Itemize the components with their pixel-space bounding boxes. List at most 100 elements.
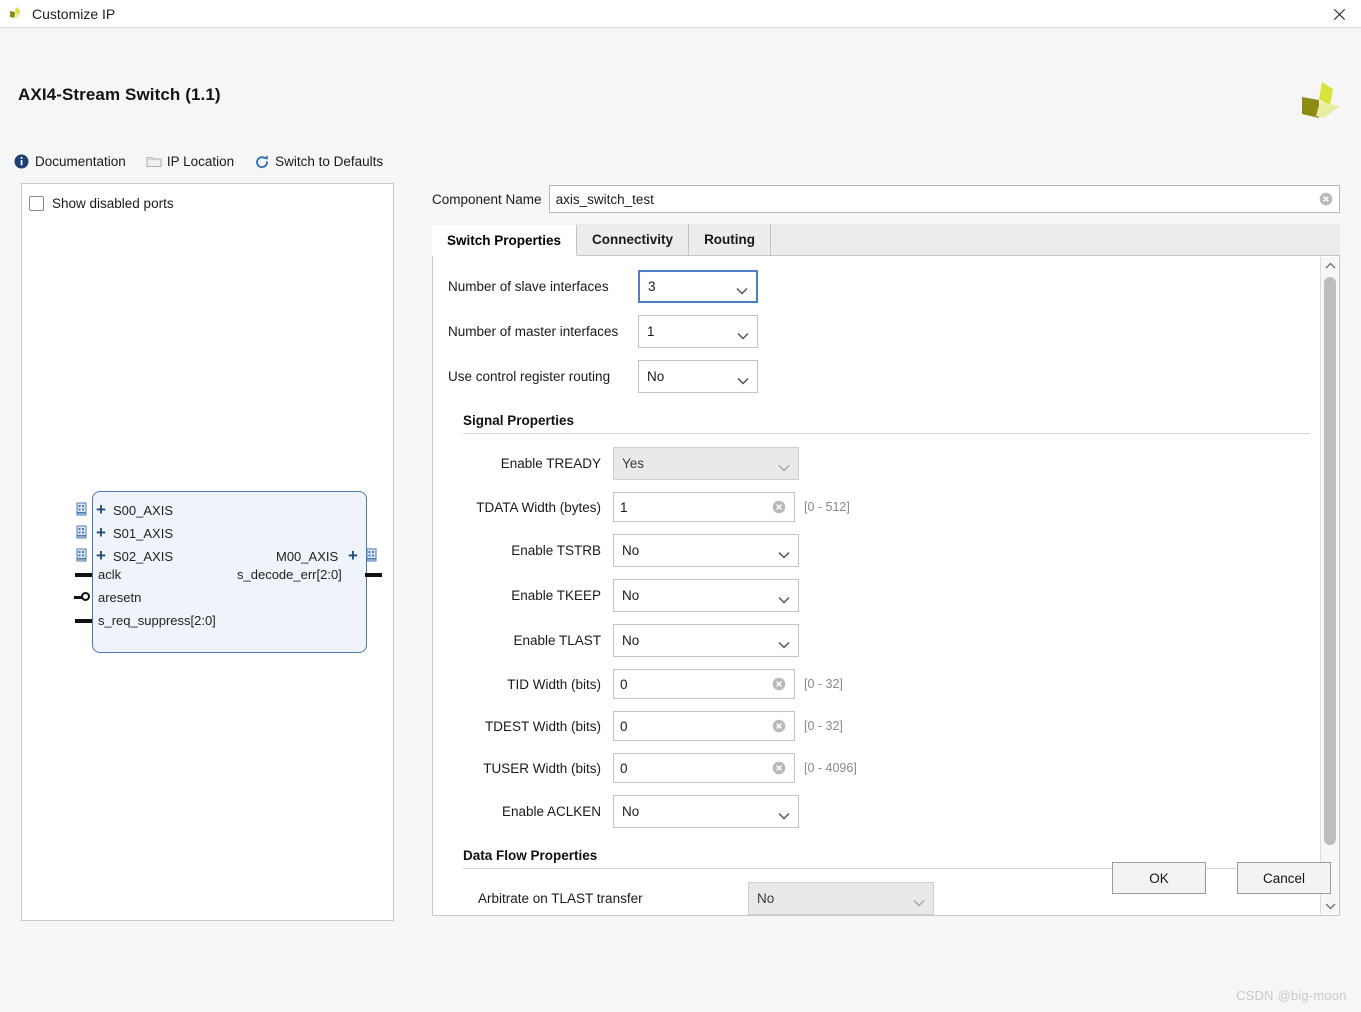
ip-location-link[interactable]: IP Location xyxy=(146,154,234,169)
field-row-enable-tkeep: Enable TKEEP No xyxy=(448,579,1320,612)
bus-connector-icon xyxy=(364,548,378,563)
use-control-register-routing-select[interactable]: No xyxy=(638,360,758,393)
bus-connector-icon xyxy=(76,525,90,540)
enable-aclken-select[interactable]: No xyxy=(613,795,799,828)
pin-connector-icon xyxy=(75,573,92,577)
tab-switch-properties[interactable]: Switch Properties xyxy=(432,225,578,256)
tab-connectivity[interactable]: Connectivity xyxy=(577,224,690,255)
tuser-width-label: TUSER Width (bits) xyxy=(483,760,601,776)
tdata-width-range: [0 - 512] xyxy=(804,500,850,514)
active-low-pin-icon xyxy=(81,592,90,601)
folder-icon xyxy=(146,154,162,169)
select-value: No xyxy=(622,633,640,648)
arbitrate-on-tlast-label: Arbitrate on TLAST transfer xyxy=(478,891,643,906)
pin-connector-icon xyxy=(75,619,92,623)
tuser-width-input[interactable]: 0 xyxy=(613,753,795,783)
data-flow-properties-heading: Data Flow Properties xyxy=(463,848,598,863)
select-value: 3 xyxy=(648,279,656,294)
interface-label: S00_AXIS xyxy=(113,503,173,518)
use-control-register-routing-label: Use control register routing xyxy=(448,369,611,384)
chevron-down-icon xyxy=(778,808,790,820)
enable-tkeep-select[interactable]: No xyxy=(613,579,799,612)
expand-interface-icon[interactable]: + xyxy=(96,501,106,518)
number-of-slave-interfaces-select[interactable]: 3 xyxy=(638,270,758,303)
switch-to-defaults-link[interactable]: Switch to Defaults xyxy=(254,154,383,169)
enable-tkeep-label: Enable TKEEP xyxy=(511,588,601,603)
bus-connector-icon xyxy=(76,548,90,563)
component-name-input[interactable] xyxy=(549,186,1339,212)
select-value: No xyxy=(622,543,640,558)
select-value: Yes xyxy=(622,456,645,471)
xilinx-logo-icon xyxy=(8,6,24,22)
field-row-enable-tstrb: Enable TSTRB No xyxy=(448,534,1320,567)
tdest-width-input[interactable]: 0 xyxy=(613,711,795,741)
switch-properties-pane: Number of slave interfaces 3 Number of m… xyxy=(432,256,1340,916)
pin-label: s_req_suppress[2:0] xyxy=(98,613,216,628)
page-title: AXI4-Stream Switch (1.1) xyxy=(18,85,221,104)
documentation-label: Documentation xyxy=(35,154,126,169)
xilinx-logo-large-icon xyxy=(1299,80,1343,122)
chevron-down-icon xyxy=(778,592,790,604)
clear-icon[interactable] xyxy=(772,677,786,691)
enable-tlast-select[interactable]: No xyxy=(613,624,799,657)
tdata-width-input[interactable]: 1 xyxy=(613,492,795,522)
input-value: 1 xyxy=(620,499,628,515)
component-name-label: Component Name xyxy=(432,191,542,207)
refresh-icon xyxy=(254,154,269,169)
scroll-down-icon[interactable] xyxy=(1321,897,1339,914)
diagram-panel: Show disabled ports + S00_AXIS + S01_AXI… xyxy=(21,183,394,921)
window-titlebar: Customize IP xyxy=(0,0,1361,28)
component-name-field[interactable] xyxy=(548,185,1340,213)
field-row-tdata-width: TDATA Width (bytes) 1 [0 - 512] xyxy=(448,492,1320,522)
expand-interface-icon[interactable]: + xyxy=(348,547,358,564)
scroll-up-icon[interactable] xyxy=(1321,257,1339,274)
show-disabled-ports-checkbox[interactable]: Show disabled ports xyxy=(29,196,174,211)
chevron-down-icon xyxy=(913,895,925,907)
component-name-row: Component Name xyxy=(432,185,1340,213)
interface-label: M00_AXIS xyxy=(276,549,339,564)
tid-width-label: TID Width (bits) xyxy=(507,676,601,692)
switch-properties-content: Number of slave interfaces 3 Number of m… xyxy=(433,256,1320,915)
tdata-width-label: TDATA Width (bytes) xyxy=(476,499,601,515)
input-value: 0 xyxy=(620,676,628,692)
field-row-tuser-width: TUSER Width (bits) 0 [0 - 4096] xyxy=(448,753,1320,783)
expand-interface-icon[interactable]: + xyxy=(96,547,106,564)
clear-icon[interactable] xyxy=(772,500,786,514)
tab-bar: Switch Properties Connectivity Routing xyxy=(432,224,1340,256)
chevron-down-icon xyxy=(737,328,749,340)
arbitrate-on-tlast-select[interactable]: No xyxy=(748,882,934,915)
ip-location-label: IP Location xyxy=(166,154,235,169)
enable-tstrb-select[interactable]: No xyxy=(613,534,799,567)
field-row-tdest-width: TDEST Width (bits) 0 [0 - 32] xyxy=(448,711,1320,741)
number-of-master-interfaces-select[interactable]: 1 xyxy=(638,315,758,348)
tdest-width-range: [0 - 32] xyxy=(804,719,843,733)
tid-width-input[interactable]: 0 xyxy=(613,669,795,699)
scrollbar-thumb[interactable] xyxy=(1324,277,1336,845)
tab-strip-filler xyxy=(771,224,1340,255)
enable-tstrb-label: Enable TSTRB xyxy=(511,543,601,558)
bus-connector-icon xyxy=(76,502,90,517)
field-row-master-interfaces: Number of master interfaces 1 xyxy=(448,315,1320,348)
tab-routing[interactable]: Routing xyxy=(689,224,772,255)
clear-icon[interactable] xyxy=(1319,192,1333,206)
ok-button[interactable]: OK xyxy=(1112,862,1206,894)
clear-icon[interactable] xyxy=(772,761,786,775)
close-icon[interactable] xyxy=(1325,3,1353,25)
pin-label: aclk xyxy=(98,567,122,582)
enable-tready-select[interactable]: Yes xyxy=(613,447,799,480)
expand-interface-icon[interactable]: + xyxy=(96,524,106,541)
config-panel: Component Name Switch Properties Connect… xyxy=(432,185,1340,920)
number-of-master-interfaces-label: Number of master interfaces xyxy=(448,324,619,339)
enable-aclken-label: Enable ACLKEN xyxy=(501,804,601,819)
clear-icon[interactable] xyxy=(772,719,786,733)
select-value: No xyxy=(757,891,775,906)
window-title: Customize IP xyxy=(32,5,116,22)
info-icon xyxy=(14,154,29,169)
enable-tlast-label: Enable TLAST xyxy=(513,633,601,648)
vertical-scrollbar[interactable] xyxy=(1320,257,1338,914)
documentation-link[interactable]: Documentation xyxy=(14,154,126,169)
cancel-button[interactable]: Cancel xyxy=(1237,862,1331,894)
chevron-down-icon xyxy=(737,373,749,385)
pin-label: aresetn xyxy=(98,590,142,605)
checkbox-box[interactable] xyxy=(29,196,44,211)
